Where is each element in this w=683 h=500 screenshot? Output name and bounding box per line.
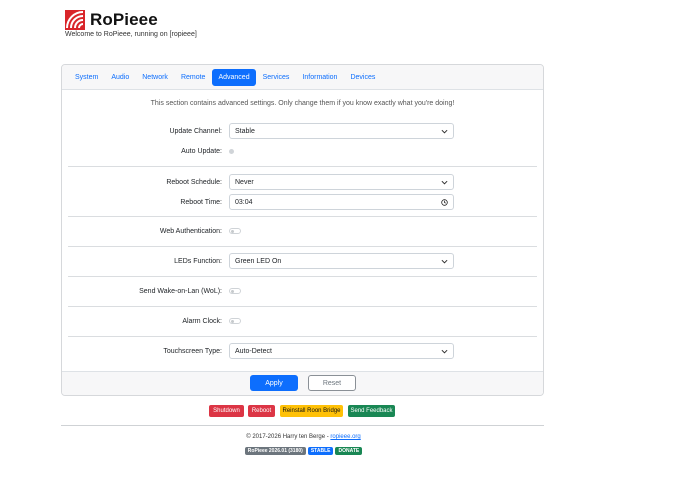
touchscreen-value: Auto-Detect <box>235 347 272 355</box>
shutdown-button[interactable]: Shutdown <box>209 405 244 417</box>
tab-bar: System Audio Network Remote Advanced Ser… <box>62 65 543 90</box>
web-auth-toggle[interactable] <box>229 228 241 234</box>
tab-advanced[interactable]: Advanced <box>212 68 256 86</box>
brand: RoPieee <box>65 8 158 32</box>
update-channel-select[interactable]: Stable <box>229 123 454 139</box>
alarm-clock-toggle[interactable] <box>229 318 241 324</box>
reboot-schedule-select[interactable]: Never <box>229 174 454 190</box>
donate-badge[interactable]: DONATE <box>335 447 363 455</box>
auto-update-toggle[interactable] <box>229 148 234 154</box>
touchscreen-row: Touchscreen Type: Auto-Detect <box>62 343 543 359</box>
auto-update-control <box>229 148 454 154</box>
tab-audio[interactable]: Audio <box>105 69 135 86</box>
divider <box>61 425 544 426</box>
leds-function-select[interactable]: Green LED On <box>229 253 454 269</box>
divider <box>68 306 537 307</box>
settings-card: System Audio Network Remote Advanced Ser… <box>61 64 544 396</box>
alarm-clock-label: Alarm Clock: <box>182 317 222 325</box>
tab-services[interactable]: Services <box>257 69 296 86</box>
update-channel-label: Update Channel: <box>169 127 222 135</box>
reboot-schedule-label: Reboot Schedule: <box>166 178 222 186</box>
auto-update-row: Auto Update: <box>62 143 543 159</box>
chevron-down-icon <box>441 349 448 354</box>
copyright-text: © 2017-2026 Harry ten Berge - <box>246 434 331 440</box>
copyright: © 2017-2026 Harry ten Berge - ropieee.or… <box>0 434 607 440</box>
touchscreen-select[interactable]: Auto-Detect <box>229 343 454 359</box>
divider <box>68 166 537 167</box>
welcome-text: Welcome to RoPieee, running on [ropieee] <box>65 31 197 38</box>
apply-button[interactable]: Apply <box>250 375 298 391</box>
leds-function-row: LEDs Function: Green LED On <box>62 253 543 269</box>
reinstall-roon-bridge-button[interactable]: Reinstall Roon Bridge <box>280 405 343 417</box>
advanced-intro-text: This section contains advanced settings.… <box>150 100 455 107</box>
alarm-clock-row: Alarm Clock: <box>62 313 543 329</box>
reboot-button[interactable]: Reboot <box>248 405 275 417</box>
badge-row: RoPieee 2026.01 (3180) STABLE DONATE <box>0 447 607 455</box>
app-title: RoPieee <box>90 10 158 29</box>
divider <box>68 246 537 247</box>
send-feedback-button[interactable]: Send Feedback <box>348 405 395 417</box>
ropieee-link[interactable]: ropieee.org <box>330 434 360 440</box>
auto-update-label: Auto Update: <box>181 147 222 155</box>
update-channel-value: Stable <box>235 127 255 135</box>
web-auth-label: Web Authentication: <box>159 227 222 235</box>
reboot-time-label: Reboot Time: <box>180 198 222 206</box>
advanced-panel: This section contains advanced settings.… <box>62 90 543 372</box>
action-bar: Shutdown Reboot Reinstall Roon Bridge Se… <box>0 405 683 417</box>
ropieee-logo-icon <box>65 10 85 30</box>
reset-button[interactable]: Reset <box>308 375 356 391</box>
web-auth-row: Web Authentication: <box>62 223 543 239</box>
reboot-time-row: Reboot Time: 03:04 <box>62 194 543 210</box>
wol-label: Send Wake-on-Lan (WoL): <box>139 287 222 295</box>
reboot-schedule-value: Never <box>235 178 254 186</box>
channel-badge: STABLE <box>307 447 334 455</box>
reboot-schedule-row: Reboot Schedule: Never <box>62 174 543 190</box>
clock-icon[interactable] <box>441 199 448 206</box>
reboot-time-value: 03:04 <box>235 198 253 206</box>
toggle-knob <box>231 320 234 323</box>
version-badge: RoPieee 2026.01 (3180) <box>244 447 306 455</box>
reboot-time-input[interactable]: 03:04 <box>229 194 454 210</box>
wol-toggle[interactable] <box>229 288 241 294</box>
tab-remote[interactable]: Remote <box>175 69 212 86</box>
update-channel-row: Update Channel: Stable <box>62 123 543 139</box>
leds-function-label: LEDs Function: <box>174 257 222 265</box>
tab-network[interactable]: Network <box>136 69 174 86</box>
card-footer: Apply Reset <box>62 371 543 395</box>
web-auth-control <box>229 228 454 234</box>
wol-row: Send Wake-on-Lan (WoL): <box>62 283 543 299</box>
toggle-knob <box>231 230 234 233</box>
tab-information[interactable]: Information <box>296 69 343 86</box>
divider <box>68 276 537 277</box>
divider <box>68 216 537 217</box>
chevron-down-icon <box>441 180 448 185</box>
touchscreen-label: Touchscreen Type: <box>163 347 222 355</box>
alarm-clock-control <box>229 318 454 324</box>
wol-control <box>229 288 454 294</box>
chevron-down-icon <box>441 259 448 264</box>
leds-function-value: Green LED On <box>235 257 282 265</box>
tab-devices[interactable]: Devices <box>344 69 381 86</box>
tab-system[interactable]: System <box>69 69 104 86</box>
toggle-knob <box>231 290 234 293</box>
chevron-down-icon <box>441 129 448 134</box>
divider <box>68 336 537 337</box>
